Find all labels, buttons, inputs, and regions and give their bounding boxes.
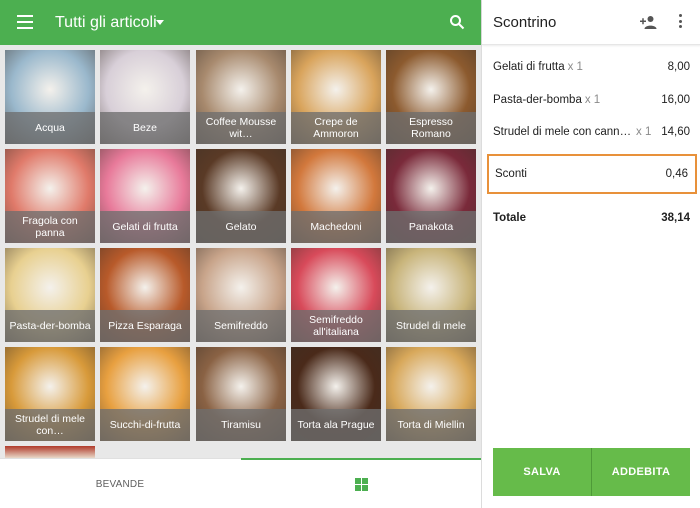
product-label: Fragola con panna <box>5 211 95 243</box>
product-tile[interactable]: Strudel di mele <box>386 248 476 342</box>
total-label: Totale <box>493 212 527 224</box>
product-label: Torta ala Prague <box>291 409 381 441</box>
tab-all-items[interactable] <box>241 459 481 508</box>
product-tile[interactable]: Torta ala Prague <box>291 347 381 441</box>
tab-bevande[interactable]: BEVANDE <box>0 459 240 508</box>
product-label: Beze <box>100 112 190 144</box>
product-tile[interactable]: Strudel di mele con… <box>5 347 95 441</box>
discount-label: Sconti <box>495 168 527 180</box>
product-label: Torta di Miellin <box>386 409 476 441</box>
product-tile[interactable]: Gelato <box>196 149 286 243</box>
product-label: Strudel di mele <box>386 310 476 342</box>
product-label: Tiramisu <box>196 409 286 441</box>
product-grid: Acqua Beze Coffee Mousse wit… Crepe de Ammo… <box>0 45 481 458</box>
category-title[interactable]: Tutti gli articoli <box>55 14 157 32</box>
product-tile[interactable]: Succhi-di-frutta <box>100 347 190 441</box>
action-buttons: SALVA ADDEBITA <box>493 448 690 496</box>
line-item-qty: x 1 <box>636 126 652 138</box>
product-label: Panakota <box>386 211 476 243</box>
receipt-line[interactable]: Strudel di mele con cannella x 1 14,60 <box>493 122 690 142</box>
total-amount: 38,14 <box>661 212 690 224</box>
bottom-navigation: BEVANDE <box>0 458 481 508</box>
product-label: Succhi-di-frutta <box>100 409 190 441</box>
product-label: Pizza Esparaga <box>100 310 190 342</box>
line-item-qty: x 1 <box>567 61 583 73</box>
line-item-amount: 16,00 <box>661 94 690 106</box>
receipt-title: Scontrino <box>493 14 557 31</box>
line-item-name: Strudel di mele con cannella <box>493 126 633 138</box>
product-tile[interactable]: Pizza Esparaga <box>100 248 190 342</box>
discount-amount: 0,46 <box>665 168 688 180</box>
line-item-amount: 14,60 <box>661 126 690 138</box>
receipt-panel: Scontrino Gelati di frutta x 1 8,00 Pasta… <box>481 0 700 508</box>
line-item-name: Gelati di frutta <box>493 61 565 73</box>
search-icon[interactable] <box>449 14 465 30</box>
add-user-icon[interactable] <box>640 15 657 29</box>
product-tile[interactable]: Torta di Miellin <box>386 347 476 441</box>
product-label: Coffee Mousse wit… <box>196 112 286 144</box>
caret-down-icon[interactable] <box>156 20 164 25</box>
product-tile[interactable]: Machedoni <box>291 149 381 243</box>
product-tile[interactable]: Semifreddo all'italiana <box>291 248 381 342</box>
product-tile[interactable]: Espresso Romano <box>386 50 476 144</box>
product-tile-partial[interactable] <box>5 446 95 458</box>
product-label: Gelato <box>196 211 286 243</box>
product-tile[interactable]: Beze <box>100 50 190 144</box>
product-tile[interactable]: Tiramisu <box>196 347 286 441</box>
line-item-amount: 8,00 <box>667 61 690 73</box>
save-button[interactable]: SALVA <box>493 448 591 496</box>
line-item-qty: x 1 <box>584 94 601 106</box>
receipt-line[interactable]: Gelati di frutta x 1 8,00 <box>493 57 690 77</box>
product-tile[interactable]: Fragola con panna <box>5 149 95 243</box>
receipt-line[interactable]: Pasta-der-bomba x 1 16,00 <box>493 90 690 110</box>
top-app-bar: Tutti gli articoli <box>0 0 481 45</box>
product-tile[interactable]: Semifreddo <box>196 248 286 342</box>
products-panel: Tutti gli articoli Acqua Beze Coffee Mouss… <box>0 0 481 508</box>
product-tile[interactable]: Crepe de Ammoron <box>291 50 381 144</box>
product-label: Gelati di frutta <box>100 211 190 243</box>
product-label: Espresso Romano <box>386 112 476 144</box>
product-label: Semifreddo all'italiana <box>291 310 381 342</box>
charge-button[interactable]: ADDEBITA <box>592 448 690 496</box>
product-tile[interactable]: Panakota <box>386 149 476 243</box>
receipt-header: Scontrino <box>482 0 700 45</box>
menu-icon[interactable] <box>17 15 33 29</box>
line-item-name: Pasta-der-bomba <box>493 94 582 106</box>
product-label: Machedoni <box>291 211 381 243</box>
product-label: Strudel di mele con… <box>5 409 95 441</box>
product-label: Semifreddo <box>196 310 286 342</box>
product-tile[interactable]: Coffee Mousse wit… <box>196 50 286 144</box>
product-tile[interactable]: Gelati di frutta <box>100 149 190 243</box>
product-tile[interactable]: Pasta-der-bomba <box>5 248 95 342</box>
grid-icon <box>355 478 368 491</box>
more-vert-icon[interactable] <box>678 14 682 30</box>
product-label: Crepe de Ammoron <box>291 112 381 144</box>
product-tile[interactable]: Acqua <box>5 50 95 144</box>
product-label: Acqua <box>5 112 95 144</box>
discount-row[interactable]: Sconti 0,46 <box>487 154 697 194</box>
product-label: Pasta-der-bomba <box>5 310 95 342</box>
total-row: Totale 38,14 <box>493 208 690 228</box>
